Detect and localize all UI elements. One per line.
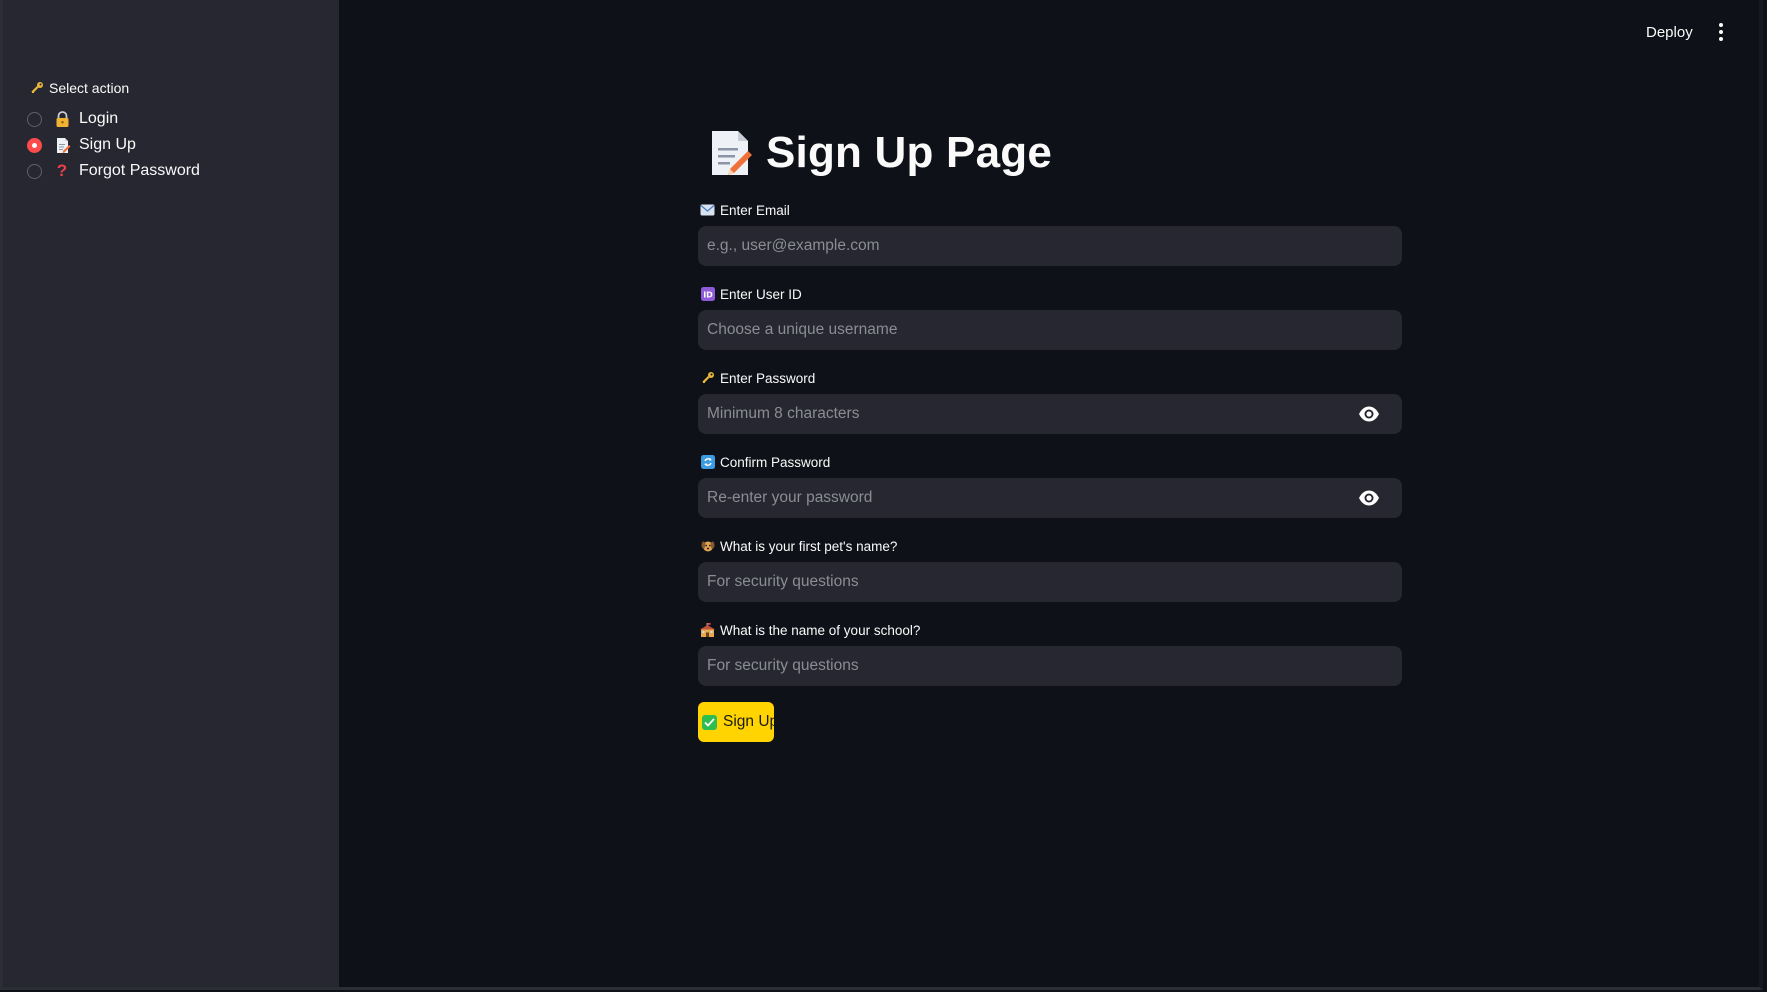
kebab-menu-icon bbox=[1719, 23, 1723, 27]
show-password-eye-icon[interactable] bbox=[1358, 405, 1380, 423]
pet-name-field-group: What is your first pet's name? bbox=[698, 536, 1402, 602]
confirm-password-label-text: Confirm Password bbox=[720, 454, 831, 470]
show-confirm-password-eye-icon[interactable] bbox=[1358, 489, 1380, 507]
pet-name-input[interactable] bbox=[698, 562, 1349, 602]
school-name-label: What is the name of your school? bbox=[700, 620, 1402, 640]
id-icon: ID bbox=[700, 287, 715, 302]
email-icon bbox=[700, 203, 715, 218]
question-icon: ? bbox=[56, 161, 68, 180]
pet-name-input-box[interactable] bbox=[698, 562, 1402, 602]
key-icon bbox=[700, 371, 715, 386]
sign-up-button[interactable]: Sign Up bbox=[698, 702, 774, 742]
userid-label-text: Enter User ID bbox=[720, 286, 802, 302]
radio-button-forgot-password[interactable] bbox=[27, 163, 42, 179]
password-input[interactable] bbox=[698, 394, 1349, 434]
password-field-group: Enter Password bbox=[698, 368, 1402, 434]
repeat-icon bbox=[700, 455, 715, 470]
school-name-input[interactable] bbox=[698, 646, 1349, 686]
userid-field-group: ID Enter User ID bbox=[698, 284, 1402, 350]
check-icon bbox=[702, 714, 717, 730]
pet-name-label-text: What is your first pet's name? bbox=[720, 538, 898, 554]
password-label: Enter Password bbox=[700, 368, 1402, 388]
sidebar: Select action Login Sign Up ? Forgot Pas… bbox=[3, 0, 339, 989]
confirm-password-input-box[interactable] bbox=[698, 478, 1402, 518]
kebab-dot bbox=[1719, 30, 1723, 34]
radio-button-signup[interactable] bbox=[27, 137, 42, 153]
radio-label-signup: Sign Up bbox=[79, 136, 136, 153]
password-label-text: Enter Password bbox=[720, 370, 816, 386]
confirm-password-input[interactable] bbox=[698, 478, 1349, 518]
userid-input[interactable] bbox=[698, 310, 1349, 350]
app-window: Select action Login Sign Up ? Forgot Pas… bbox=[0, 0, 1767, 992]
key-icon bbox=[31, 82, 43, 94]
action-radio-group: Login Sign Up ? Forgot Password bbox=[27, 106, 200, 184]
lock-icon bbox=[53, 110, 71, 128]
pet-name-label: What is your first pet's name? bbox=[700, 536, 1402, 556]
memo-icon bbox=[712, 131, 752, 175]
password-input-box[interactable] bbox=[698, 394, 1402, 434]
deploy-button[interactable]: Deploy bbox=[1640, 22, 1699, 43]
radio-button-login[interactable] bbox=[27, 111, 42, 127]
confirm-password-field-group: Confirm Password bbox=[698, 452, 1402, 518]
school-name-label-text: What is the name of your school? bbox=[720, 622, 921, 638]
email-label-text: Enter Email bbox=[720, 202, 790, 218]
userid-input-box[interactable] bbox=[698, 310, 1402, 350]
select-action-text: Select action bbox=[49, 80, 130, 96]
select-action-label: Select action bbox=[30, 80, 129, 96]
svg-text:ID: ID bbox=[703, 291, 713, 300]
email-input[interactable] bbox=[698, 226, 1349, 266]
main-menu-button[interactable] bbox=[1714, 20, 1728, 44]
school-icon bbox=[700, 623, 715, 638]
radio-option-forgot-password[interactable]: ? Forgot Password bbox=[27, 158, 200, 184]
memo-icon bbox=[53, 136, 71, 154]
page-title-row: Sign Up Page bbox=[708, 128, 1052, 178]
radio-option-signup[interactable]: Sign Up bbox=[27, 132, 200, 158]
school-name-field-group: What is the name of your school? bbox=[698, 620, 1402, 686]
email-field-group: Enter Email bbox=[698, 200, 1402, 266]
page-title: Sign Up Page bbox=[766, 128, 1052, 177]
sign-up-button-label: Sign Up bbox=[723, 713, 774, 730]
email-label: Enter Email bbox=[700, 200, 1402, 220]
dog-icon bbox=[700, 539, 715, 554]
radio-label-login: Login bbox=[79, 110, 119, 127]
confirm-password-label: Confirm Password bbox=[700, 452, 1402, 472]
kebab-dot bbox=[1719, 37, 1723, 41]
radio-option-login[interactable]: Login bbox=[27, 106, 200, 132]
school-name-input-box[interactable] bbox=[698, 646, 1402, 686]
radio-label-forgot-password: Forgot Password bbox=[79, 162, 200, 179]
email-input-box[interactable] bbox=[698, 226, 1402, 266]
userid-label: ID Enter User ID bbox=[700, 284, 1402, 304]
